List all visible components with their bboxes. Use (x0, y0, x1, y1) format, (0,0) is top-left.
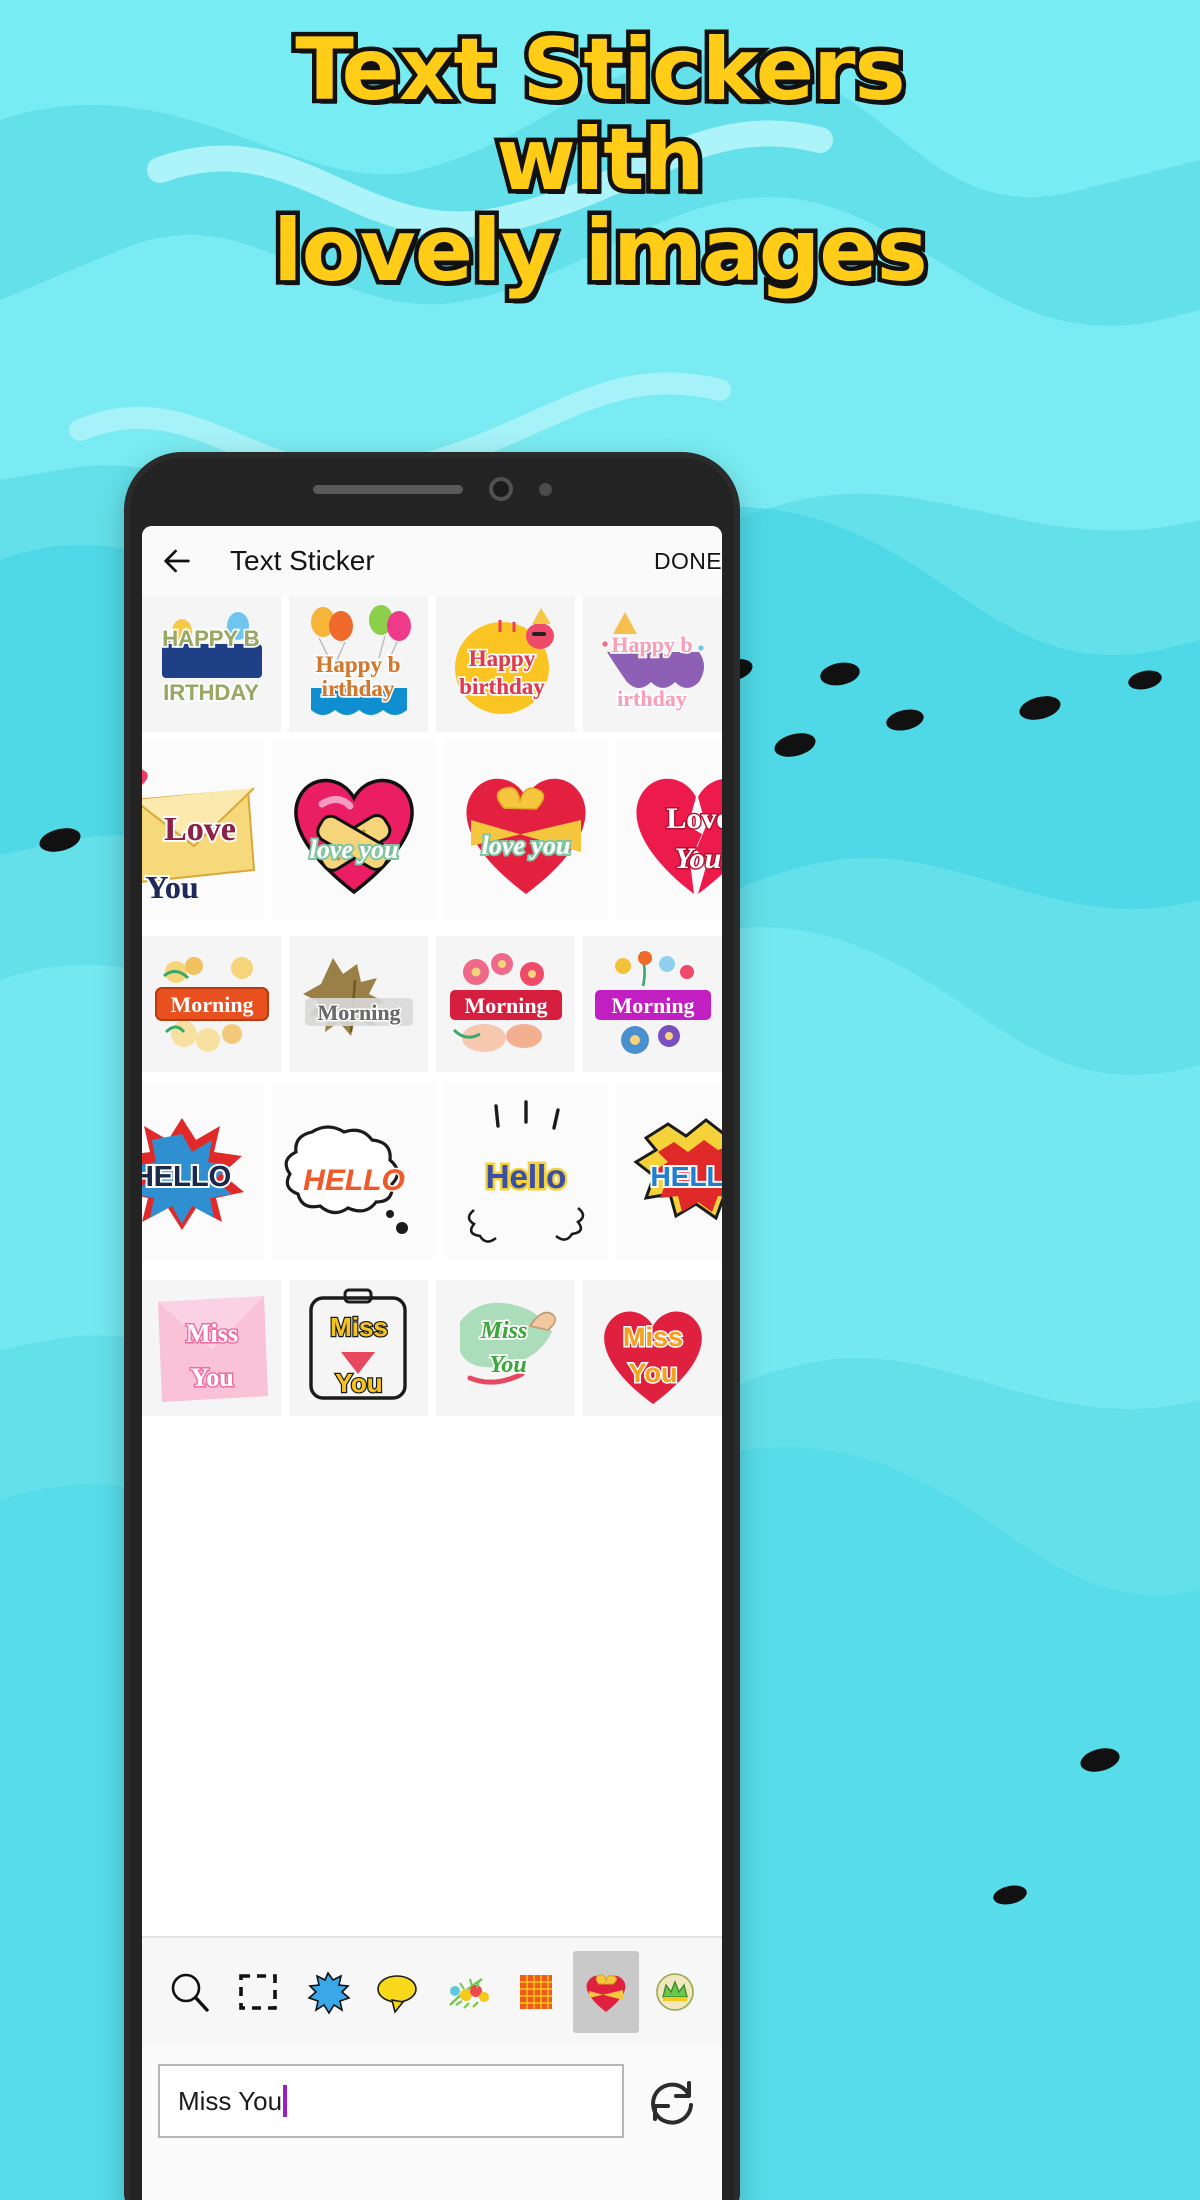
svg-text:Morning: Morning (611, 993, 694, 1018)
sticker-cell[interactable]: Miss Miss You You (289, 1280, 428, 1416)
sticker-row-miss-you: Miss Miss You You Miss Miss You You Miss… (142, 1280, 722, 1416)
earpiece-speaker (312, 484, 463, 494)
sticker-text-value: Miss You (178, 2085, 283, 2116)
search-icon (171, 1973, 209, 2012)
refresh-button[interactable] (638, 2067, 706, 2135)
crown-icon (656, 1973, 695, 2011)
svg-text:Morning: Morning (317, 1000, 400, 1025)
sticker-cell[interactable]: Morning (142, 936, 281, 1072)
toolbar-item-crown[interactable] (643, 1951, 709, 2033)
svg-text:Miss: Miss (480, 1318, 528, 1344)
sticker-cell[interactable]: Miss Miss You You (142, 1280, 281, 1416)
sticker-row-morning: Morning Morning Morning Morning Morning (142, 936, 722, 1072)
svg-text:HAPPY B: HAPPY B (162, 626, 259, 651)
svg-text:love you: love you (310, 835, 399, 864)
burst-bubble-icon (307, 1971, 351, 2015)
flowers-icon (448, 1978, 489, 2009)
svg-text:irthday: irthday (617, 686, 687, 711)
svg-text:You: You (489, 1352, 526, 1378)
sticker-row-birthday: HAPPY B HAPPY B IRTHDAY IRTHDAY Happy b … (142, 596, 722, 732)
svg-text:You: You (190, 1363, 233, 1392)
toolbar-item-search[interactable] (156, 1951, 222, 2033)
sticker-cell[interactable]: HAPPY B HAPPY B IRTHDAY IRTHDAY (142, 596, 281, 732)
crop-frame-icon (239, 1974, 278, 2010)
svg-text:IRTHDAY: IRTHDAY (163, 680, 259, 705)
svg-text:Miss: Miss (623, 1322, 683, 1352)
sticker-cell[interactable]: Morning Morning (289, 936, 428, 1072)
sticker-cell[interactable]: Morning (583, 936, 722, 1072)
sticker-cell[interactable]: HELLO HELLO (142, 1082, 264, 1260)
svg-text:HELLO: HELLO (651, 1161, 722, 1192)
sticker-row-love-you: Love Love You You love you love you love… (142, 742, 722, 920)
svg-text:Love: Love (164, 811, 236, 848)
toolbar-item-pattern[interactable] (504, 1951, 570, 2033)
speech-bubble-icon (377, 1975, 418, 2014)
phone-top-hardware (124, 452, 740, 526)
toolbar-item-gift-heart[interactable] (573, 1951, 639, 2033)
sticker-cell[interactable]: HELLO HELLO (272, 1082, 436, 1260)
sticker-cell[interactable]: Love Love You You (142, 742, 264, 920)
gift-heart-icon (586, 1974, 626, 2012)
sticker-cell[interactable]: HELLO HELLO (616, 1082, 722, 1260)
sticker-cell[interactable]: Miss Miss You You (436, 1280, 575, 1416)
done-button[interactable]: DONE (654, 548, 722, 575)
sticker-text-input[interactable]: Miss You (158, 2064, 624, 2138)
app-bar: Text Sticker DONE (142, 526, 722, 596)
text-input-row: Miss You (142, 2046, 722, 2156)
sticker-cell[interactable]: Morning (436, 936, 575, 1072)
sticker-cell[interactable]: Love Love You You (616, 742, 722, 920)
svg-text:Morning: Morning (170, 992, 253, 1017)
svg-text:You: You (629, 1358, 678, 1388)
svg-text:HELLO: HELLO (303, 1164, 405, 1197)
promo-screenshot: Text Stickers with lovely images Text St… (0, 0, 1200, 2200)
svg-text:irthday: irthday (322, 676, 395, 701)
proximity-sensor-icon (538, 482, 552, 496)
text-caret (283, 2085, 288, 2117)
svg-text:You: You (335, 1368, 382, 1398)
refresh-icon (651, 2081, 693, 2125)
svg-text:Morning: Morning (464, 993, 547, 1018)
sticker-grid: HAPPY B HAPPY B IRTHDAY IRTHDAY Happy b … (142, 596, 722, 1936)
category-toolbar (142, 1938, 722, 2046)
sticker-cell[interactable]: Hello Hello (444, 1082, 608, 1260)
front-camera-icon (488, 477, 513, 501)
svg-text:love you: love you (482, 831, 571, 860)
sticker-cell[interactable]: Happy Happy birthday birthday (436, 596, 575, 732)
sticker-cell[interactable]: Miss Miss You You (583, 1280, 722, 1416)
sticker-cell[interactable]: Happy b Happy b irthday irthday (289, 596, 428, 732)
page-title: Text Sticker (230, 545, 375, 576)
sticker-row-hello: HELLO HELLO HELLO HELLO Hello Hello HELL… (142, 1082, 722, 1260)
svg-text:Love: Love (666, 802, 722, 835)
sticker-cell[interactable]: love you love you (272, 742, 436, 920)
svg-text:Happy b: Happy b (315, 652, 400, 677)
grid-swatch-icon (520, 1975, 553, 2009)
toolbar-item-frame[interactable] (226, 1951, 292, 2033)
svg-text:Happy: Happy (469, 646, 536, 671)
phone-screen: Text Sticker DONE HAPPY B HAPPY B IRTHDA (142, 526, 722, 2200)
svg-text:Miss: Miss (186, 1319, 238, 1348)
sticker-cell[interactable]: Happy b Happy b irthday irthday (583, 596, 722, 732)
phone-mockup: Text Sticker DONE HAPPY B HAPPY B IRTHDA (124, 452, 740, 2200)
svg-text:HELLO: HELLO (142, 1161, 231, 1193)
toolbar-item-burst[interactable] (295, 1951, 361, 2033)
svg-text:Miss: Miss (330, 1312, 388, 1342)
toolbar-item-bubble[interactable] (365, 1951, 431, 2033)
toolbar-item-flowers[interactable] (434, 1951, 500, 2033)
back-arrow-icon[interactable] (160, 544, 194, 578)
sticker-cell[interactable]: love you love you (444, 742, 608, 920)
svg-text:Hello: Hello (486, 1158, 567, 1195)
svg-text:You: You (145, 869, 198, 905)
svg-text:Happy b: Happy b (611, 632, 692, 657)
svg-text:You: You (675, 842, 722, 875)
svg-text:birthday: birthday (459, 674, 545, 699)
